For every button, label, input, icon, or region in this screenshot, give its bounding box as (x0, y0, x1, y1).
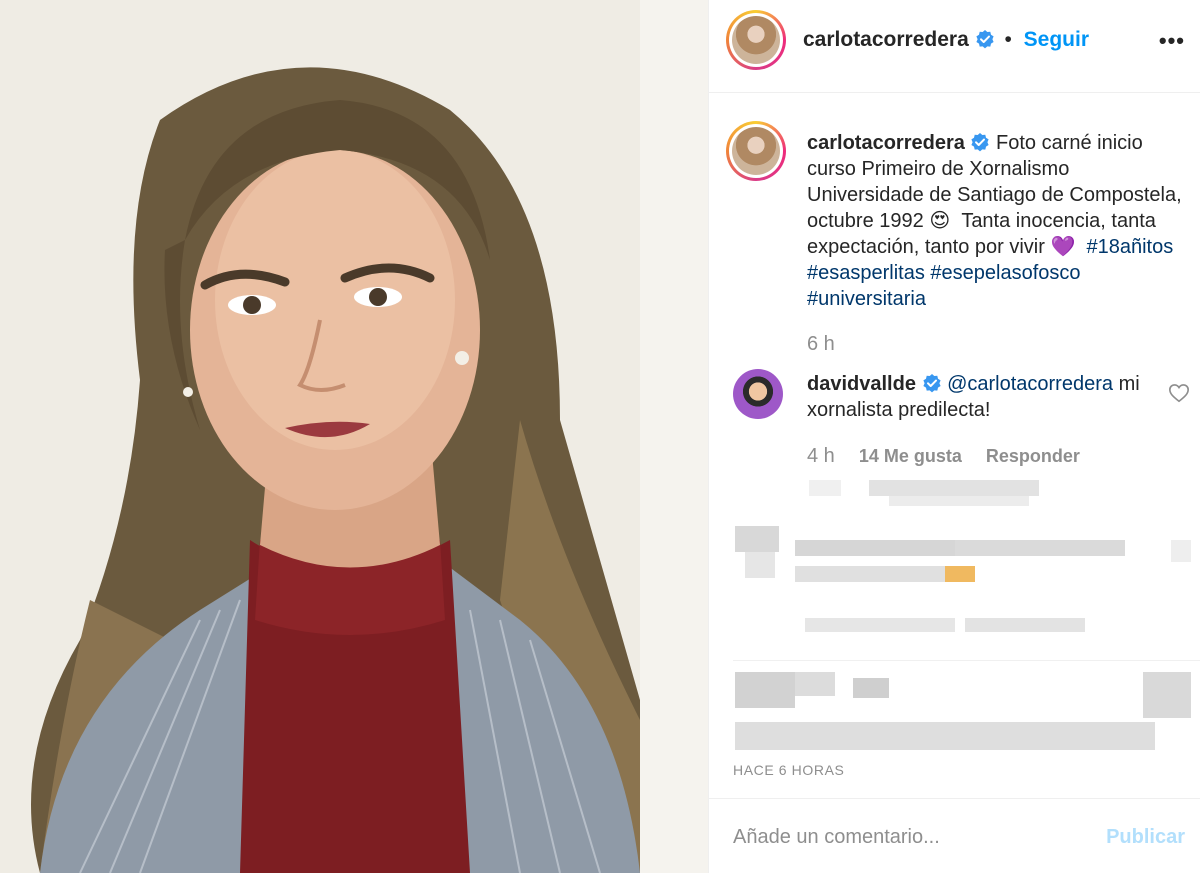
caption-time[interactable]: 6 h (807, 333, 835, 356)
post-sidebar: carlotacorredera • Seguir ••• carlotacor… (708, 0, 1200, 873)
comment-likes[interactable]: 14 Me gusta (859, 446, 962, 467)
follow-button[interactable]: Seguir (1024, 28, 1089, 51)
commenter-username[interactable]: davidvallde (807, 373, 916, 395)
hashtag-link[interactable]: #esepelasofosco (930, 262, 1080, 284)
comment-composer: Publicar (709, 798, 1200, 873)
reply-button[interactable]: Responder (986, 446, 1080, 467)
author-avatar[interactable] (726, 10, 786, 70)
caption-author-username[interactable]: carlotacorredera (807, 132, 965, 154)
mention-link[interactable]: @carlotacorredera (947, 373, 1113, 395)
separator-dot: • (1004, 28, 1012, 51)
post-header: carlotacorredera • Seguir ••• (709, 0, 1200, 93)
post-timestamp[interactable]: HACE 6 HORAS (733, 762, 844, 778)
commenter-avatar[interactable] (733, 369, 783, 419)
verified-badge-icon (971, 133, 990, 152)
more-options-icon[interactable]: ••• (1159, 28, 1185, 54)
post-caption: carlotacorredera Foto carné inicio curso… (807, 130, 1187, 312)
caption-author-avatar[interactable] (726, 121, 786, 181)
verified-badge-icon (922, 374, 941, 393)
comment-input[interactable] (733, 821, 1073, 853)
publish-button[interactable]: Publicar (1106, 826, 1185, 849)
purple-heart-emoji: 💜 (1050, 236, 1076, 258)
comment-meta: 4 h 14 Me gusta Responder (807, 445, 1080, 468)
verified-badge-icon (976, 30, 994, 49)
author-username[interactable]: carlotacorredera (803, 28, 969, 51)
hashtag-link[interactable]: #universitaria (807, 288, 926, 310)
comment-time[interactable]: 4 h (807, 445, 835, 468)
portrait-image (0, 0, 708, 873)
hashtag-link[interactable]: #esasperlitas (807, 262, 925, 284)
hashtag-link[interactable]: #18añitos (1087, 236, 1174, 258)
heart-eyes-emoji: 😍 (929, 210, 951, 232)
like-heart-icon[interactable] (1168, 382, 1190, 404)
author-line: carlotacorredera • Seguir (803, 28, 1089, 52)
post-photo (0, 0, 708, 873)
comment: davidvallde @carlotacorredera mi xornali… (807, 371, 1167, 423)
